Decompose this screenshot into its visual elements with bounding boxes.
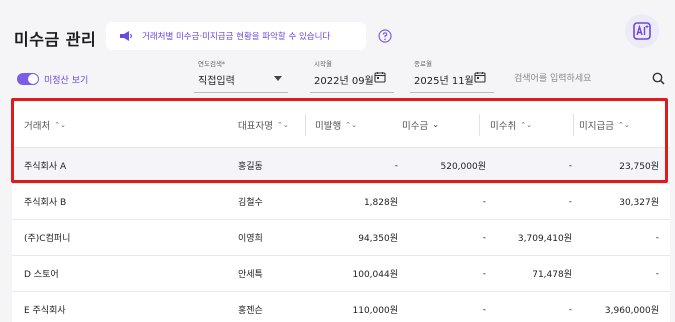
receivable-amount: - (482, 196, 486, 207)
unreceived-amount: 3,709,410원 (517, 234, 572, 244)
representative: 김철수 (238, 198, 263, 208)
unreceived-amount: - (568, 304, 572, 315)
search-box (504, 66, 670, 92)
sort-icon: ⌃⌄ (54, 120, 66, 129)
unissued-amount: 1,828원 (363, 198, 398, 208)
year-type-value: 직접입력 (198, 76, 235, 87)
end-month-label: 종료월 (414, 60, 432, 68)
calendar-icon[interactable] (474, 71, 486, 83)
banner-text: 거래처별 미수금·미지급금 현황을 파악할 수 있습니다 (142, 32, 331, 42)
table-row[interactable]: (주)C컴퍼니 이영희 94,350원 - 3,709,410원 - (12, 220, 670, 256)
unissued-amount: - (394, 160, 398, 171)
ai-assistant-button[interactable] (625, 14, 659, 48)
table-row[interactable]: E 주식회사 홍젠슨 110,000원 - - 3,960,000원 (12, 292, 670, 322)
column-header-payable[interactable]: 미지급금 ⌃⌄ (579, 102, 630, 147)
search-icon[interactable] (652, 72, 665, 85)
column-header-label: 미발행 (315, 120, 342, 132)
divider (194, 92, 288, 93)
column-header-label: 거래처 (24, 120, 51, 132)
column-divider (573, 114, 574, 136)
unreceived-amount: - (568, 196, 572, 207)
client-name: E 주식회사 (24, 306, 66, 316)
help-icon[interactable] (378, 29, 392, 43)
table-row[interactable]: D 스토어 안세특 100,044원 - 71,478원 - (12, 256, 670, 292)
unissued-amount: 110,000원 (352, 306, 399, 316)
payable-amount: 30,327원 (619, 198, 659, 208)
payable-amount: - (655, 232, 659, 243)
page-title: 미수금 관리 (14, 30, 97, 49)
receivable-amount: - (482, 268, 486, 279)
receivables-table: 거래처 ⌃⌄ 대표자명 ⌃⌄ 미발행 ⌃⌄ 미수금 ⌄ 미수취 ⌃⌄ 미지급금 ⌃⌄ 주식회… (12, 102, 670, 322)
column-header-rep[interactable]: 대표자명 ⌃⌄ (238, 102, 289, 147)
representative: 홍길동 (238, 162, 263, 172)
receivable-amount: 520,000원 (440, 162, 487, 172)
client-name: 주식회사 A (24, 162, 67, 172)
representative: 안세특 (238, 270, 263, 280)
table-row[interactable]: 주식회사 A 홍길동 - 520,000원 - 23,750원 (12, 148, 670, 184)
search-input[interactable] (504, 66, 644, 92)
client-name: 주식회사 B (24, 198, 67, 208)
info-banner: 거래처별 미수금·미지급금 현황을 파악할 수 있습니다 (106, 22, 366, 50)
column-header-label: 미수취 (490, 120, 517, 132)
end-month-value: 2025년 11월 (414, 76, 474, 87)
column-header-label: 대표자명 (238, 120, 273, 132)
chevron-down-icon: ⌄ (432, 120, 439, 129)
toggle-knob (28, 74, 38, 84)
column-header-receivable[interactable]: 미수금 ⌄ (402, 102, 439, 147)
receivable-amount: - (482, 304, 486, 315)
representative: 이영희 (238, 234, 263, 244)
unreceived-amount: - (568, 160, 572, 171)
table-row[interactable]: 주식회사 B 김철수 1,828원 - - 30,327원 (12, 184, 670, 220)
column-header-name[interactable]: 거래처 ⌃⌄ (24, 102, 66, 147)
payable-amount: - (655, 268, 659, 279)
divider (410, 92, 494, 93)
unreceived-amount: 71,478원 (532, 270, 572, 280)
payable-amount: 3,960,000원 (604, 306, 659, 316)
payable-amount: 23,750원 (619, 162, 659, 172)
client-name: D 스토어 (24, 270, 59, 280)
start-month-value: 2022년 09월 (314, 76, 374, 87)
column-header-label: 미수금 (402, 120, 429, 132)
divider (310, 92, 394, 93)
ai-icon (633, 22, 651, 40)
unsettled-toggle[interactable] (17, 73, 39, 85)
sort-icon: ⌃⌄ (520, 120, 532, 129)
chevron-down-icon (274, 76, 282, 81)
column-divider (305, 114, 306, 136)
year-type-label: 연도검색* (198, 60, 226, 68)
megaphone-icon (120, 31, 132, 41)
calendar-icon[interactable] (374, 71, 386, 83)
sort-icon: ⌃⌄ (276, 120, 289, 129)
sort-icon: ⌃⌄ (617, 120, 630, 129)
client-name: (주)C컴퍼니 (24, 234, 71, 244)
receivable-amount: - (482, 232, 486, 243)
column-header-unissued[interactable]: 미발행 ⌃⌄ (315, 102, 357, 147)
unissued-amount: 94,350원 (358, 234, 398, 244)
column-header-label: 미지급금 (579, 120, 614, 132)
unsettled-toggle-label: 미정산 보기 (44, 76, 89, 86)
sort-icon: ⌃⌄ (345, 120, 357, 129)
column-header-unreceived[interactable]: 미수취 ⌃⌄ (490, 102, 532, 147)
representative: 홍젠슨 (238, 306, 263, 316)
unissued-amount: 100,044원 (352, 270, 399, 280)
column-divider (479, 114, 480, 136)
start-month-label: 시작월 (314, 60, 332, 68)
table-header-row: 거래처 ⌃⌄ 대표자명 ⌃⌄ 미발행 ⌃⌄ 미수금 ⌄ 미수취 ⌃⌄ 미지급금 ⌃⌄ (12, 102, 670, 148)
